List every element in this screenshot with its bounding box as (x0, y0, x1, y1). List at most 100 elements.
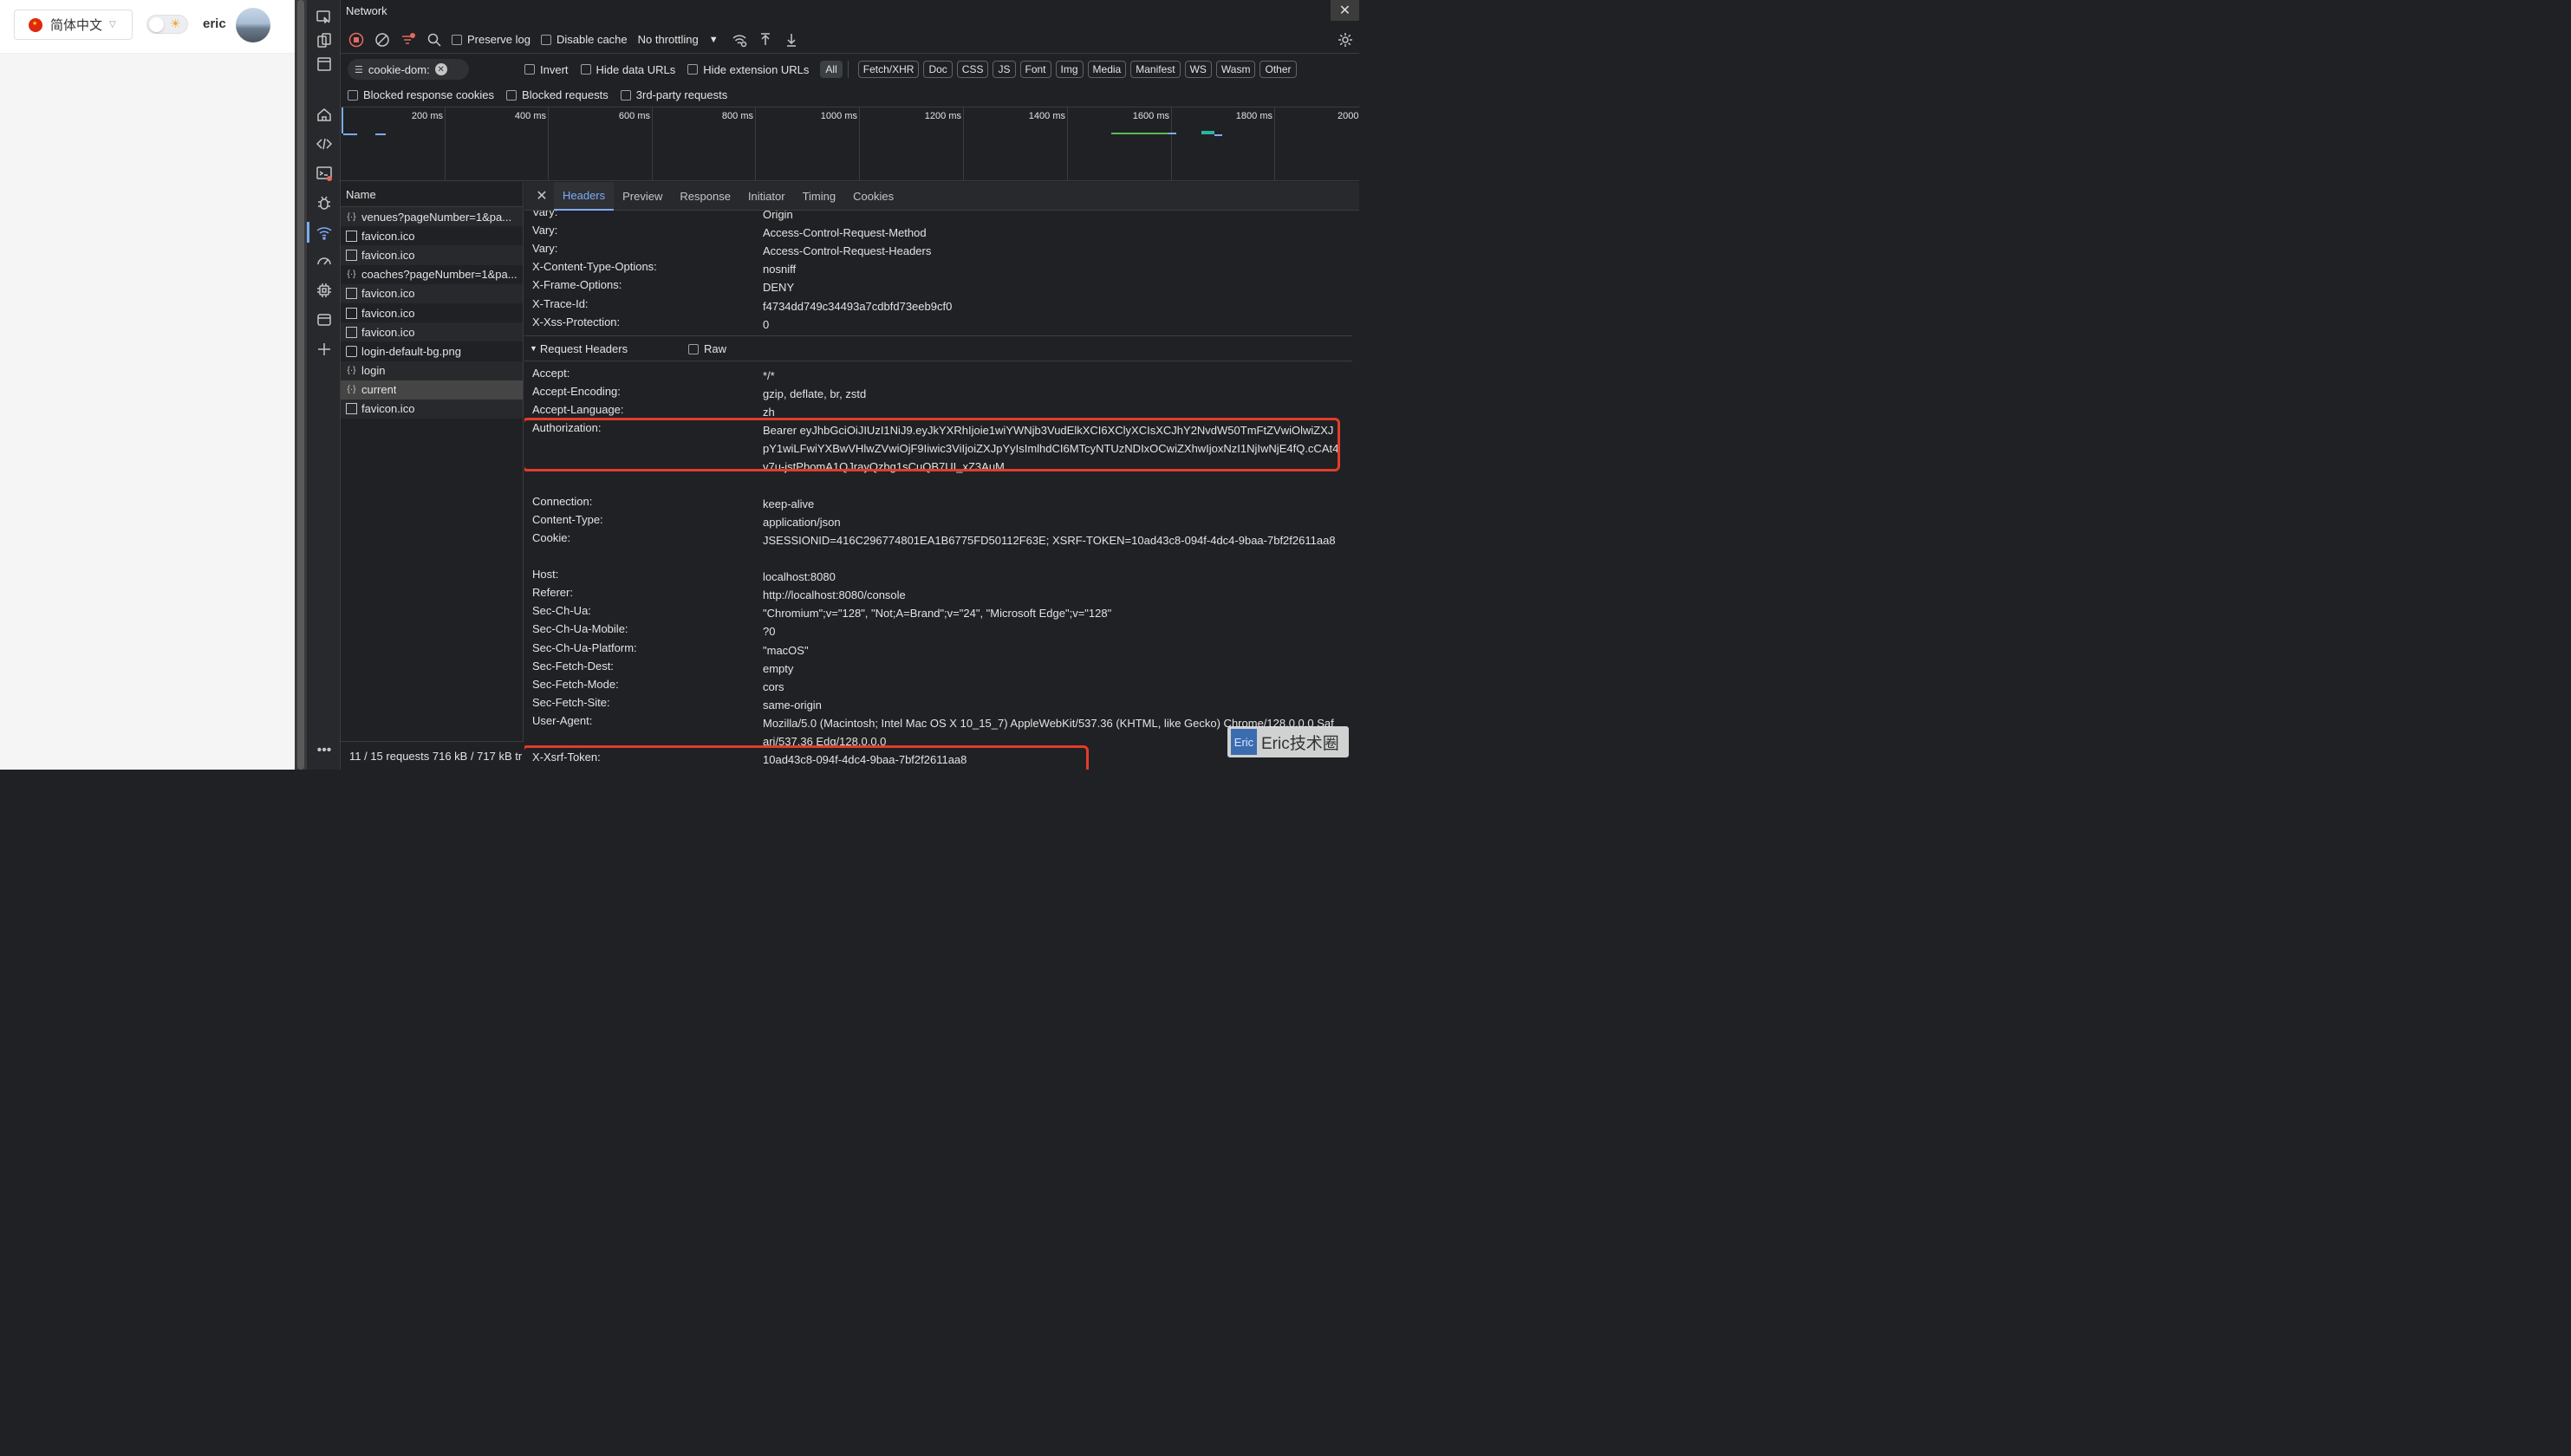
clear-filter-icon[interactable]: ✕ (434, 63, 447, 75)
home-icon[interactable] (315, 105, 334, 124)
network-conditions-icon[interactable] (729, 29, 750, 50)
header-value[interactable]: empty (763, 660, 1339, 678)
stop-recording-button[interactable] (346, 29, 367, 50)
details-scrollbar[interactable] (1352, 211, 1359, 770)
request-row[interactable]: {·} venues?pageNumber=1&pa... (341, 207, 523, 227)
type-filter-img[interactable]: Img (1055, 61, 1084, 78)
header-value[interactable]: 0 (763, 315, 1339, 334)
close-icon: ✕ (536, 189, 548, 204)
type-filter-font[interactable]: Font (1019, 61, 1051, 78)
header-value[interactable]: keep-alive (763, 495, 1339, 513)
more-options-icon[interactable]: ••• (315, 741, 334, 760)
header-value[interactable]: http://localhost:8080/console (763, 586, 1339, 604)
timeline-start-marker (342, 107, 343, 133)
import-har-icon[interactable] (755, 29, 776, 50)
header-value[interactable]: gzip, deflate, br, zstd (763, 385, 1339, 403)
blocked-requests-checkbox[interactable]: Blocked requests (506, 88, 609, 101)
raw-checkbox[interactable]: Raw (688, 342, 726, 355)
header-value[interactable]: Access-Control-Request-Headers (763, 242, 1339, 260)
type-filter-all[interactable]: All (820, 61, 843, 78)
export-har-icon[interactable] (781, 29, 802, 50)
request-row[interactable]: {·} login (341, 361, 523, 380)
network-wifi-icon[interactable] (315, 223, 334, 242)
request-row[interactable]: favicon.ico (341, 226, 523, 245)
preserve-log-checkbox[interactable]: Preserve log (452, 33, 530, 46)
request-headers-section[interactable]: ▼ Request Headers Raw (524, 335, 1352, 361)
name-column-header[interactable]: Name (341, 182, 523, 207)
tab-initiator[interactable]: Initiator (739, 182, 794, 211)
type-filter-media[interactable]: Media (1087, 61, 1127, 78)
header-value[interactable]: JSESSIONID=416C296774801EA1B6775FD50112F… (763, 531, 1339, 549)
request-details: ✕ Headers Preview Response Initiator Tim… (524, 181, 1359, 770)
third-party-requests-checkbox[interactable]: 3rd-party requests (620, 88, 727, 101)
disable-cache-checkbox[interactable]: Disable cache (540, 33, 628, 46)
header-value[interactable]: f4734dd749c34493a7cdbfd73eeb9cf0 (763, 297, 1339, 315)
type-filter-fetch-xhr[interactable]: Fetch/XHR (857, 61, 920, 78)
request-row[interactable]: favicon.ico (341, 322, 523, 342)
tab-headers[interactable]: Headers (554, 181, 615, 211)
type-filter-ws[interactable]: WS (1184, 61, 1212, 78)
header-row: Accept-Encoding: gzip, deflate, br, zstd (524, 385, 1352, 403)
language-select[interactable]: 简体中文 ▽ (14, 10, 133, 40)
request-row[interactable]: login-default-bg.png (341, 341, 523, 361)
tick-label: 600 ms (618, 111, 650, 121)
header-value[interactable]: */* (763, 367, 1339, 385)
inspect-element-icon[interactable] (315, 8, 334, 27)
cpu-chip-icon[interactable] (315, 281, 334, 300)
header-value[interactable]: "macOS" (763, 641, 1339, 660)
elements-code-icon[interactable] (315, 134, 334, 153)
clear-log-button[interactable] (372, 29, 393, 50)
type-filter-other[interactable]: Other (1259, 61, 1297, 78)
tab-preview[interactable]: Preview (614, 182, 671, 211)
request-row[interactable]: favicon.ico (341, 245, 523, 265)
type-filter-js[interactable]: JS (993, 61, 1016, 78)
request-row[interactable]: {·} current (341, 380, 523, 400)
close-details-button[interactable]: ✕ (530, 184, 554, 208)
close-devtools-button[interactable]: ✕ (1331, 0, 1359, 21)
avatar[interactable] (236, 8, 270, 42)
invert-checkbox[interactable]: Invert (524, 63, 569, 76)
blocked-response-cookies-checkbox[interactable]: Blocked response cookies (348, 88, 494, 101)
theme-toggle[interactable]: ☀ (146, 15, 188, 34)
type-filter-wasm[interactable]: Wasm (1215, 61, 1256, 78)
request-row[interactable]: {·} coaches?pageNumber=1&pa... (341, 265, 523, 284)
header-value[interactable]: DENY (763, 278, 1339, 296)
header-value[interactable]: cors (763, 678, 1339, 696)
settings-gear-icon[interactable] (1335, 29, 1356, 50)
application-storage-icon[interactable] (315, 310, 334, 329)
request-row[interactable]: favicon.ico (341, 399, 523, 419)
header-value[interactable]: localhost:8080 (763, 568, 1339, 586)
request-row[interactable]: favicon.ico (341, 303, 523, 322)
request-row[interactable]: favicon.ico (341, 283, 523, 303)
throttling-select[interactable]: No throttling ▼ (638, 33, 719, 46)
bug-icon[interactable] (315, 193, 334, 212)
tab-timing[interactable]: Timing (794, 182, 845, 211)
performance-icon[interactable] (315, 251, 334, 270)
xsrf-token-highlight-box (524, 745, 1089, 770)
console-icon[interactable] (315, 164, 334, 183)
hide-data-urls-checkbox[interactable]: Hide data URLs (580, 63, 675, 76)
scrollbar-thumb[interactable] (297, 0, 304, 770)
device-toolbar-icon[interactable] (315, 31, 334, 50)
page-scrollbar[interactable] (295, 0, 307, 770)
search-icon[interactable] (424, 29, 445, 50)
header-value[interactable]: "Chromium";v="128", "Not;A=Brand";v="24"… (763, 604, 1339, 622)
header-value[interactable]: nosniff (763, 260, 1339, 278)
network-panel: Network ✕ Preserve log Disable cache No … (341, 0, 1359, 770)
filter-icon[interactable] (398, 29, 419, 50)
header-value[interactable]: Origin (763, 211, 1339, 224)
filter-input[interactable]: ☰ cookie-dom: ✕ (348, 59, 469, 80)
add-panel-icon[interactable] (315, 340, 334, 359)
header-value[interactable]: Access-Control-Request-Method (763, 224, 1339, 242)
tab-cookies[interactable]: Cookies (844, 182, 902, 211)
browser-window-icon[interactable] (315, 55, 334, 74)
tab-response[interactable]: Response (671, 182, 739, 211)
type-filter-css[interactable]: CSS (956, 61, 989, 78)
hide-extension-urls-checkbox[interactable]: Hide extension URLs (687, 63, 809, 76)
header-value[interactable]: application/json (763, 513, 1339, 531)
type-filter-doc[interactable]: Doc (923, 61, 953, 78)
header-value[interactable]: ?0 (763, 622, 1339, 640)
type-filter-manifest[interactable]: Manifest (1130, 61, 1181, 78)
timeline-overview[interactable]: 200 ms 400 ms 600 ms 800 ms 1000 ms 1200… (341, 107, 1359, 181)
header-value[interactable]: same-origin (763, 696, 1339, 714)
